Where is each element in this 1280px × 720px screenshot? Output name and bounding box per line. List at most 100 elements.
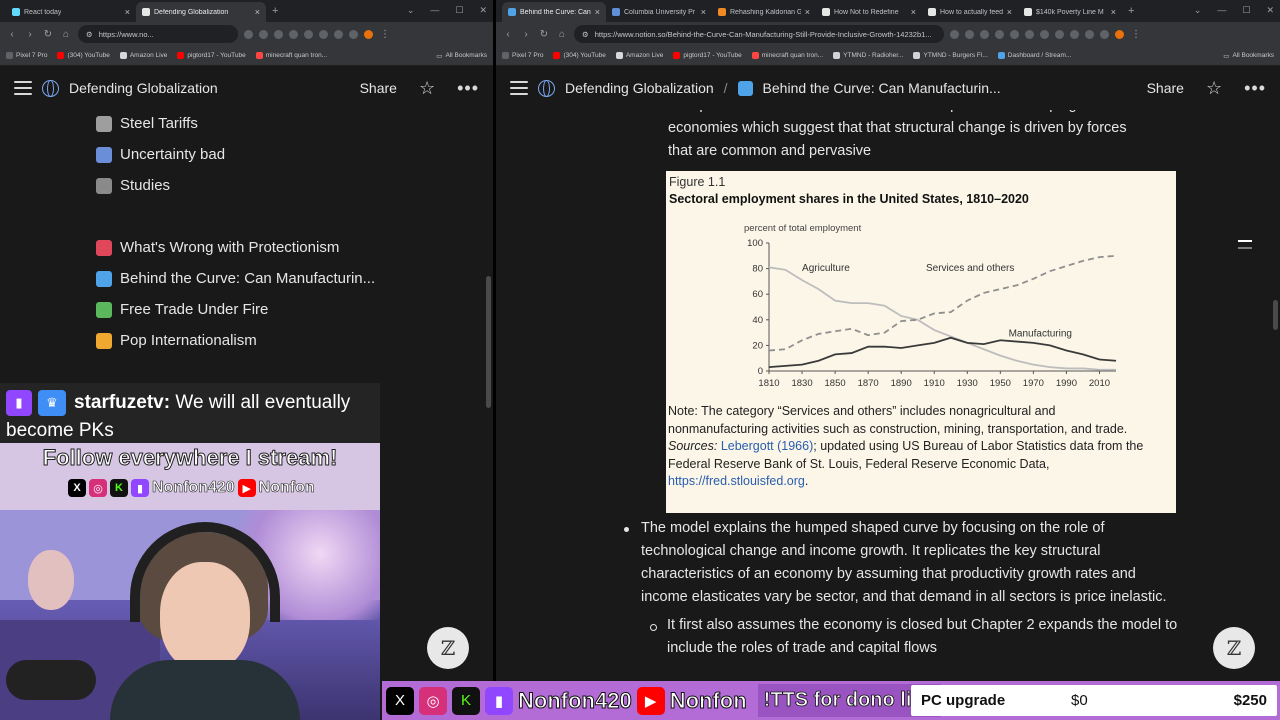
extension-icon[interactable] bbox=[1100, 29, 1109, 39]
browser-tab[interactable]: How to actually feed A × bbox=[922, 2, 1018, 22]
extension-icon[interactable] bbox=[995, 29, 1004, 39]
sidebar-toggle-icon[interactable] bbox=[510, 81, 528, 95]
bookmark-item[interactable]: Pixel 7 Pro bbox=[502, 52, 543, 59]
extension-icon[interactable] bbox=[259, 29, 268, 39]
extension-icon[interactable] bbox=[1010, 29, 1019, 39]
fred-link[interactable]: https://fred.stlouisfed.org bbox=[668, 474, 805, 488]
bookmark-item[interactable]: minecraft quan tron... bbox=[255, 52, 327, 59]
close-window-icon[interactable]: ✕ bbox=[1266, 5, 1274, 16]
tab-close-icon[interactable]: × bbox=[595, 7, 600, 17]
more-options-icon[interactable]: ••• bbox=[1244, 78, 1266, 99]
sources-link[interactable]: Lebergott (1966) bbox=[721, 439, 813, 453]
extension-icon[interactable] bbox=[1055, 29, 1064, 39]
tab-search-icon[interactable]: ⌄ bbox=[1194, 5, 1202, 16]
extension-icon[interactable] bbox=[349, 29, 358, 39]
forward-icon[interactable]: › bbox=[520, 29, 532, 40]
bookmark-item[interactable]: pigtord17 - YouTube bbox=[673, 52, 742, 59]
all-bookmarks-button[interactable]: ▭ All Bookmarks bbox=[436, 52, 487, 60]
bookmark-item[interactable]: minecraft quan tron... bbox=[751, 52, 823, 59]
extension-icon[interactable] bbox=[1070, 29, 1079, 39]
page-link[interactable]: Uncertainty bad bbox=[96, 139, 476, 170]
bookmark-item[interactable]: YTMND - Radioher... bbox=[833, 52, 903, 59]
profile-avatar-icon[interactable] bbox=[364, 29, 373, 39]
profile-avatar-icon[interactable] bbox=[1115, 29, 1124, 39]
tab-close-icon[interactable]: × bbox=[1007, 7, 1012, 17]
page-link[interactable]: Pop Internationalism bbox=[96, 325, 476, 356]
minimize-icon[interactable]: — bbox=[430, 5, 439, 16]
back-icon[interactable]: ‹ bbox=[6, 29, 18, 40]
tab-close-icon[interactable]: × bbox=[805, 7, 810, 17]
extension-icon[interactable] bbox=[334, 29, 343, 39]
more-options-icon[interactable]: ••• bbox=[457, 78, 479, 99]
tab-close-icon[interactable]: × bbox=[1111, 7, 1116, 17]
minimize-icon[interactable]: — bbox=[1217, 5, 1226, 16]
tab-search-icon[interactable]: ⌄ bbox=[407, 5, 415, 16]
breadcrumb-root[interactable]: Defending Globalization bbox=[565, 80, 714, 96]
page-title[interactable]: Defending Globalization bbox=[69, 80, 218, 96]
page-link[interactable]: Studies bbox=[96, 170, 476, 201]
browser-tab[interactable]: $140k Poverty Line M × bbox=[1018, 2, 1122, 22]
browser-tab[interactable]: Rehashing Kaldorian G × bbox=[712, 2, 816, 22]
star-icon[interactable]: ☆ bbox=[1206, 78, 1222, 99]
menu-kebab-icon[interactable]: ⋮ bbox=[1130, 29, 1142, 40]
home-icon[interactable]: ⌂ bbox=[556, 29, 568, 40]
bookmark-item[interactable]: Amazon Live bbox=[119, 52, 167, 59]
left-scrollbar[interactable] bbox=[486, 276, 491, 408]
notion-ai-button[interactable]: ℤ bbox=[1213, 627, 1255, 669]
tab-close-icon[interactable]: × bbox=[911, 7, 916, 17]
browser-tab[interactable]: Defending Globalization × bbox=[136, 2, 266, 22]
breadcrumb-page[interactable]: Behind the Curve: Can Manufacturin... bbox=[763, 80, 1001, 96]
bookmark-item[interactable]: (304) YouTube bbox=[57, 52, 110, 59]
browser-tab[interactable]: Behind the Curve: Can × bbox=[502, 2, 606, 22]
page-link[interactable]: Behind the Curve: Can Manufacturin... bbox=[96, 263, 476, 294]
site-info-icon[interactable]: ⚙ bbox=[582, 30, 589, 39]
reload-icon[interactable]: ↻ bbox=[538, 29, 550, 40]
home-icon[interactable]: ⌂ bbox=[60, 29, 72, 40]
bookmark-item[interactable]: Pixel 7 Pro bbox=[6, 52, 47, 59]
bookmark-item[interactable]: Amazon Live bbox=[615, 52, 663, 59]
notion-ai-button[interactable]: ℤ bbox=[427, 627, 469, 669]
browser-tab[interactable]: Columbia University Pr × bbox=[606, 2, 712, 22]
share-button[interactable]: Share bbox=[360, 80, 397, 96]
left-url-field[interactable]: ⚙ https://www.no... bbox=[78, 25, 238, 43]
maximize-icon[interactable]: ☐ bbox=[455, 5, 463, 16]
bookmark-item[interactable]: YTMND - Burgers Fl... bbox=[913, 52, 988, 59]
extension-icon[interactable] bbox=[289, 29, 298, 39]
site-info-icon[interactable]: ⚙ bbox=[86, 30, 93, 39]
page-link[interactable]: Steel Tariffs bbox=[96, 108, 476, 139]
browser-tab[interactable]: How Not to Redefine × bbox=[816, 2, 922, 22]
star-icon[interactable]: ☆ bbox=[419, 78, 435, 99]
table-of-contents[interactable] bbox=[1238, 240, 1252, 254]
extension-icon[interactable] bbox=[244, 29, 253, 39]
tab-close-icon[interactable]: × bbox=[255, 7, 260, 17]
new-tab-icon[interactable]: + bbox=[266, 5, 284, 17]
extension-icon[interactable] bbox=[965, 29, 974, 39]
back-icon[interactable]: ‹ bbox=[502, 29, 514, 40]
bookmark-item[interactable]: (304) YouTube bbox=[553, 52, 606, 59]
maximize-icon[interactable]: ☐ bbox=[1242, 5, 1250, 16]
browser-tab[interactable]: React today × bbox=[6, 2, 136, 22]
share-button[interactable]: Share bbox=[1147, 80, 1184, 96]
close-window-icon[interactable]: ✕ bbox=[479, 5, 487, 16]
extension-icon[interactable] bbox=[950, 29, 959, 39]
right-url-field[interactable]: ⚙ https://www.notion.so/Behind-the-Curve… bbox=[574, 25, 944, 43]
sidebar-toggle-icon[interactable] bbox=[14, 81, 32, 95]
all-bookmarks-button[interactable]: ▭ All Bookmarks bbox=[1223, 52, 1274, 60]
forward-icon[interactable]: › bbox=[24, 29, 36, 40]
page-link[interactable]: What's Wrong with Protectionism bbox=[96, 232, 476, 263]
tab-close-icon[interactable]: × bbox=[125, 7, 130, 17]
right-scrollbar[interactable] bbox=[1273, 300, 1278, 330]
extension-icon[interactable] bbox=[980, 29, 989, 39]
extension-icon[interactable] bbox=[319, 29, 328, 39]
extension-icon[interactable] bbox=[1025, 29, 1034, 39]
reload-icon[interactable]: ↻ bbox=[42, 29, 54, 40]
extension-icon[interactable] bbox=[1040, 29, 1049, 39]
extension-icon[interactable] bbox=[1085, 29, 1094, 39]
new-tab-icon[interactable]: + bbox=[1122, 5, 1140, 17]
extension-icon[interactable] bbox=[274, 29, 283, 39]
page-link[interactable]: Free Trade Under Fire bbox=[96, 294, 476, 325]
menu-kebab-icon[interactable]: ⋮ bbox=[379, 29, 391, 40]
tab-close-icon[interactable]: × bbox=[701, 7, 706, 17]
bookmark-item[interactable]: Dashboard / Stream... bbox=[997, 52, 1071, 59]
extension-icon[interactable] bbox=[304, 29, 313, 39]
